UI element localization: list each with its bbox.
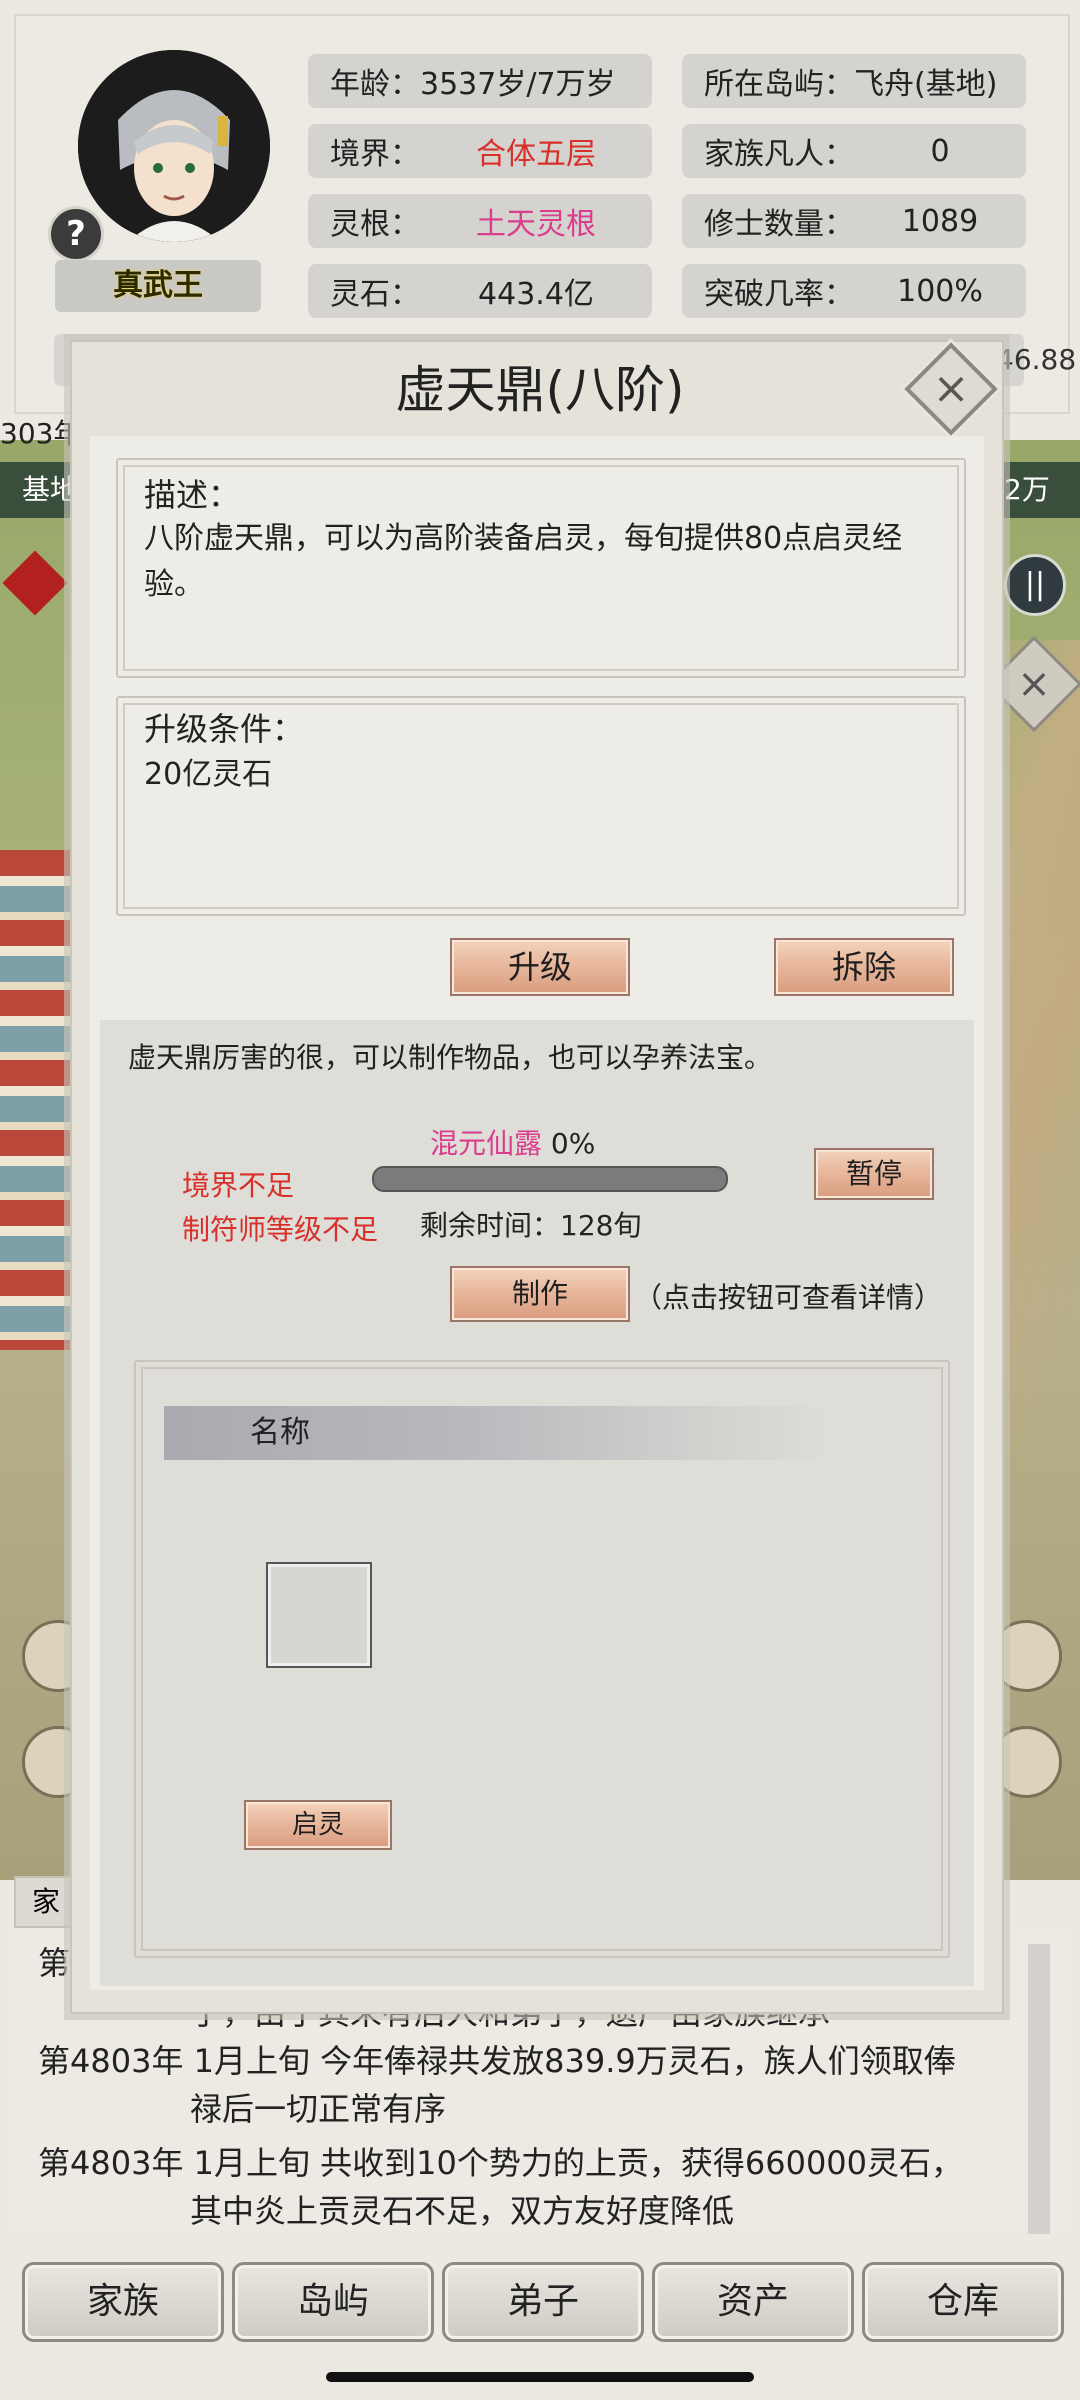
- breakthrough-stat: 突破几率： 100%: [682, 264, 1026, 318]
- description-title: 描述：: [144, 476, 241, 514]
- help-icon[interactable]: ?: [48, 206, 104, 262]
- crafting-progress-bar: [372, 1166, 728, 1192]
- log-line: 第4803年 1月上旬 共收到10个势力的上贡，获得660000灵石，: [38, 2144, 964, 2182]
- description-text: 八阶虚天鼎，可以为高阶装备启灵，每旬提供80点启灵经验。: [144, 521, 903, 602]
- mortals-label: 家族凡人：: [704, 137, 854, 172]
- avatar[interactable]: [78, 50, 270, 242]
- log-line: 其中炎上贡灵石不足，双方友好度降低: [190, 2192, 735, 2230]
- upgrade-button[interactable]: 升级: [450, 938, 630, 996]
- base-tab[interactable]: 基地: [0, 462, 80, 518]
- character-name: 真武王: [55, 260, 261, 312]
- realm-warning: 境界不足: [182, 1169, 295, 1202]
- island-stat: 所在岛屿： 飞舟(基地): [682, 54, 1026, 108]
- breakthrough-value: 100%: [897, 273, 983, 309]
- tab-family[interactable]: 家族: [22, 2262, 224, 2342]
- mortals-stat: 家族凡人： 0: [682, 124, 1026, 178]
- mortals-value: 0: [930, 133, 950, 169]
- breakthrough-label: 突破几率：: [704, 277, 854, 312]
- stones-value: 443.4亿: [478, 277, 594, 312]
- stones-stat: 灵石： 443.4亿: [308, 264, 652, 318]
- log-partial-prefix: 第: [38, 1944, 71, 1982]
- crafting-progress-text: 0%: [550, 1127, 596, 1160]
- age-text: 年龄：3537岁/7万岁: [330, 67, 616, 102]
- crafting-intro: 虚天鼎厉害的很，可以制作物品，也可以孕养法宝。: [128, 1041, 773, 1074]
- make-button[interactable]: 制作: [450, 1266, 630, 1322]
- realm-value: 合体五层: [476, 137, 596, 172]
- crafting-status: 混元仙露 0%: [430, 1122, 595, 1162]
- realm-label: 境界：: [330, 137, 420, 172]
- root-stat: 灵根： 土天灵根: [308, 194, 652, 248]
- log-line: 第4803年 1月上旬 今年俸禄共发放839.9万灵石，族人们领取俸: [38, 2042, 956, 2080]
- item-slot[interactable]: [266, 1562, 372, 1668]
- tab-disciples[interactable]: 弟子: [442, 2262, 644, 2342]
- item-list-header: 名称: [164, 1406, 904, 1460]
- pagoda-building[interactable]: [0, 850, 70, 1350]
- root-label: 灵根：: [330, 207, 420, 242]
- realm-stat: 境界： 合体五层: [308, 124, 652, 178]
- cultivators-stat: 修士数量： 1089: [682, 194, 1026, 248]
- home-indicator[interactable]: [326, 2372, 754, 2382]
- cultivators-label: 修士数量：: [704, 207, 854, 242]
- stones-label: 灵石：: [330, 277, 420, 312]
- log-line: 禄后一切正常有序: [190, 2090, 447, 2128]
- upgrade-title: 升级条件：: [144, 710, 305, 748]
- close-icon: ×: [932, 363, 970, 414]
- rank-warning: 制符师等级不足: [182, 1213, 379, 1246]
- upgrade-cost: 20亿灵石: [144, 757, 273, 792]
- cultivators-value: 1089: [901, 203, 979, 239]
- island-value: 飞舟(基地): [854, 67, 998, 102]
- avatar-portrait: [78, 50, 270, 242]
- age-stat: 年龄：3537岁/7万岁: [308, 54, 652, 108]
- tab-warehouse[interactable]: 仓库: [862, 2262, 1064, 2342]
- close-icon: ×: [1017, 661, 1051, 707]
- log-scrollbar[interactable]: [1028, 1944, 1050, 2234]
- make-hint: （点击按钮可查看详情）: [634, 1281, 943, 1314]
- tab-assets[interactable]: 资产: [652, 2262, 854, 2342]
- pause-icon[interactable]: ||: [1004, 554, 1066, 616]
- pause-crafting-button[interactable]: 暂停: [814, 1148, 934, 1200]
- island-label: 所在岛屿：: [704, 67, 854, 102]
- root-value: 土天灵根: [476, 207, 596, 242]
- tab-islands[interactable]: 岛屿: [232, 2262, 434, 2342]
- crafting-item-name: 混元仙露: [430, 1127, 543, 1160]
- dismantle-button[interactable]: 拆除: [774, 938, 954, 996]
- remaining-time: 剩余时间：128旬: [420, 1209, 642, 1242]
- log-tab-family[interactable]: 家: [14, 1876, 78, 1928]
- awaken-button[interactable]: 启灵: [244, 1800, 392, 1850]
